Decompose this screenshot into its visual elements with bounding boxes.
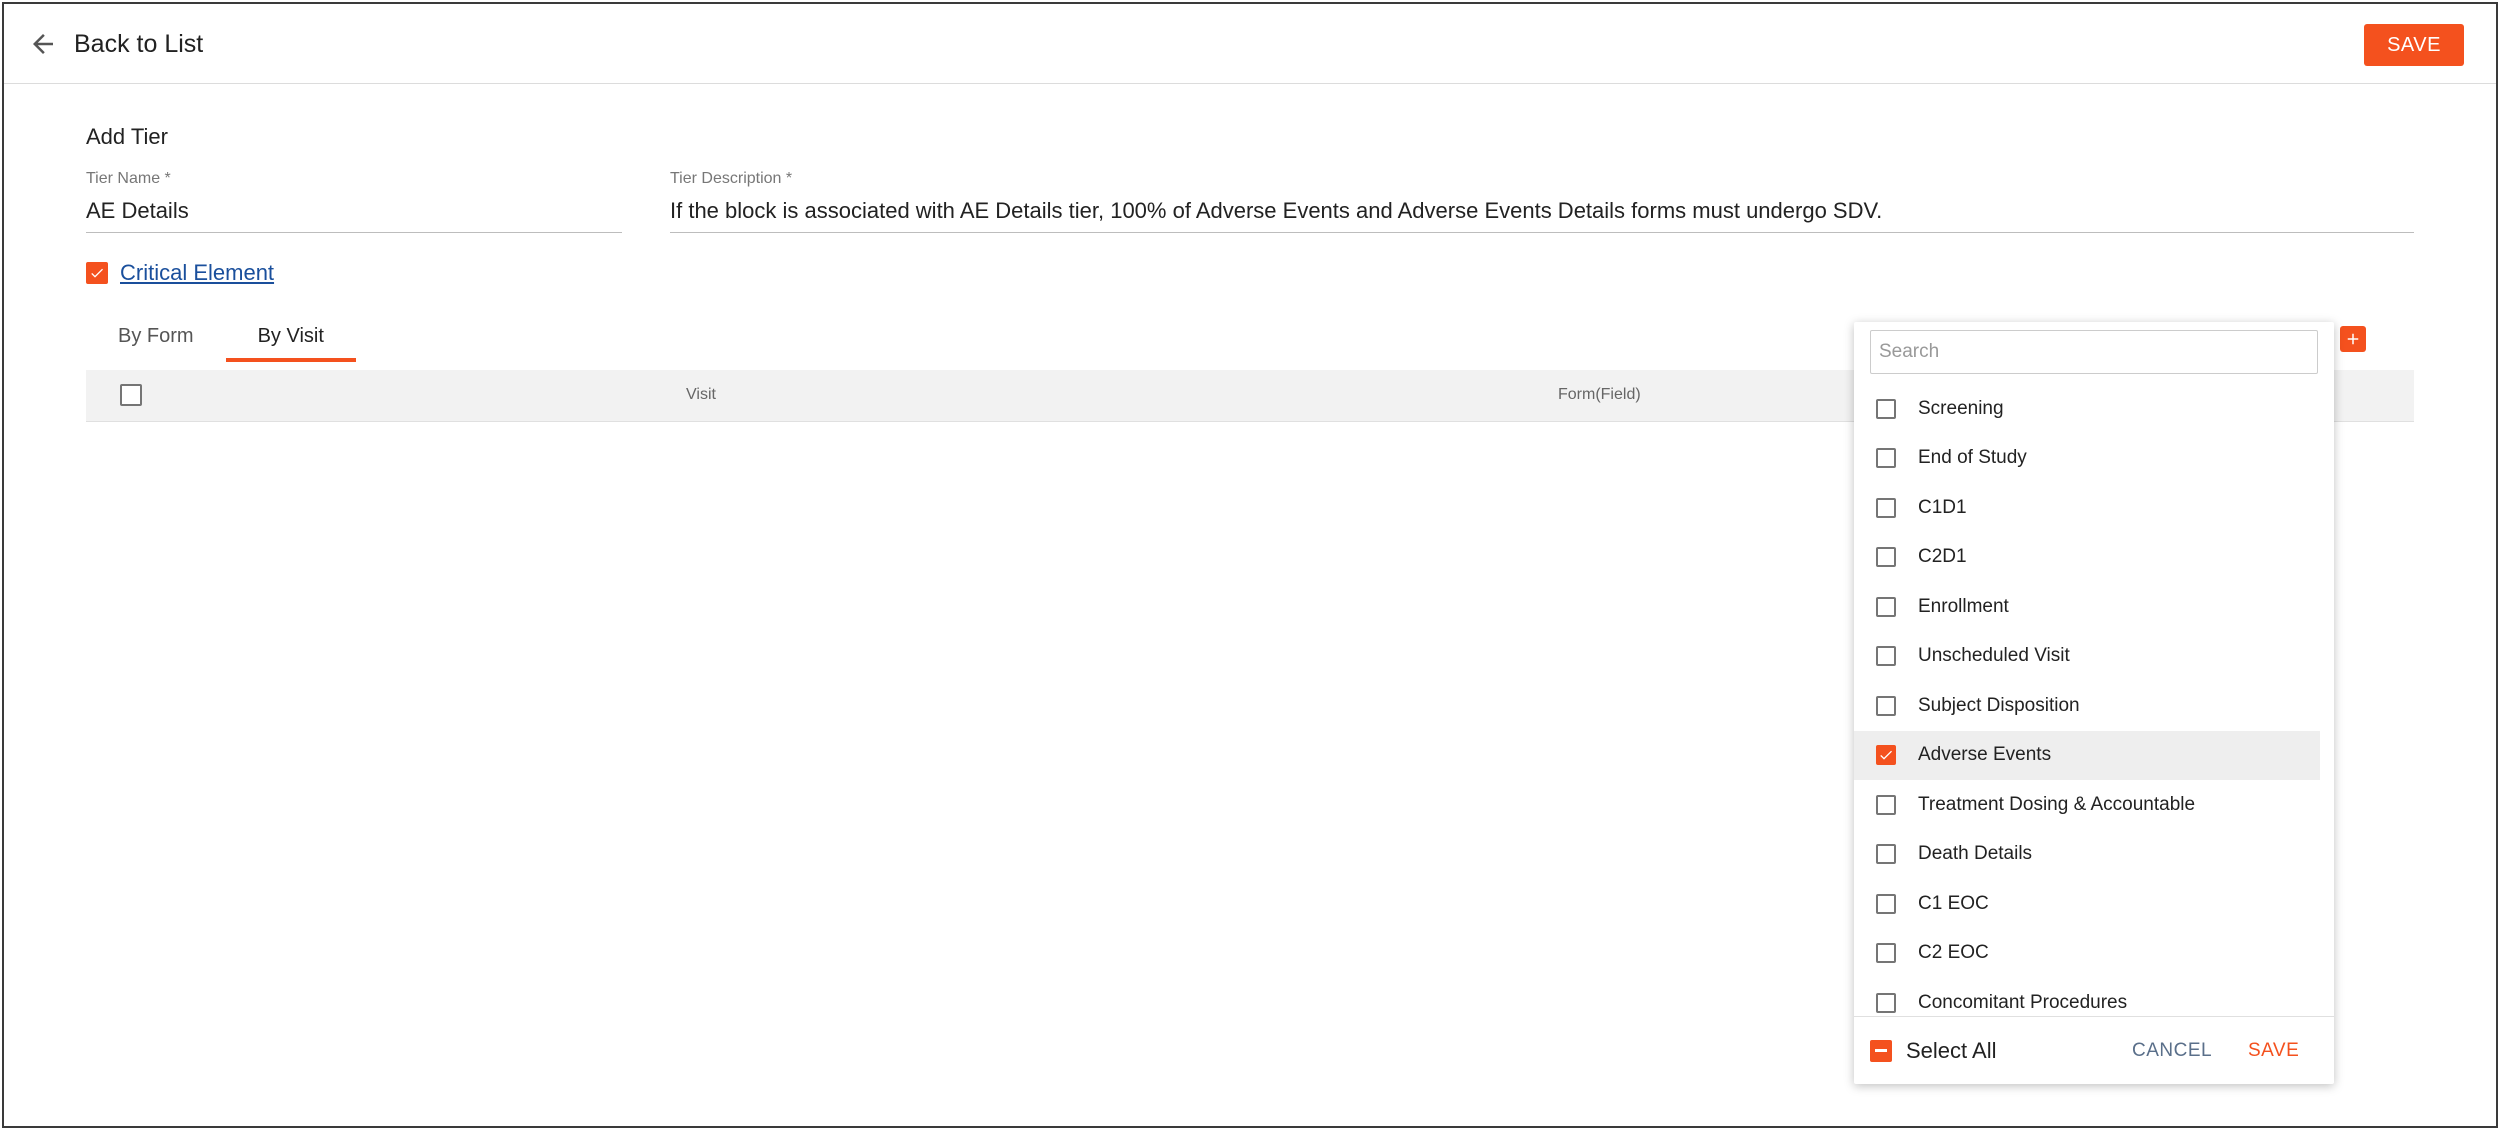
option-label: Adverse Events <box>1918 744 2052 766</box>
option-label: End of Study <box>1918 447 2027 469</box>
option-checkbox[interactable] <box>1876 992 1896 1013</box>
back-to-list-link[interactable]: Back to List <box>28 26 203 62</box>
option-checkbox-checked[interactable] <box>1876 745 1896 766</box>
column-header-visit: Visit <box>686 386 716 403</box>
option-checkbox[interactable] <box>1876 893 1896 914</box>
arrow-left-icon <box>33 34 53 54</box>
visit-select-dropdown: Screening End of Study C1D1 C2D1 Enrollm… <box>1854 322 2334 1084</box>
tab-by-visit[interactable]: By Visit <box>225 310 357 362</box>
tab-by-form[interactable]: By Form <box>86 310 226 362</box>
minus-icon <box>1870 1039 1892 1062</box>
option-checkbox[interactable] <box>1876 448 1896 469</box>
tier-description-label: Tier Description * <box>670 170 793 187</box>
tier-name-label: Tier Name * <box>86 170 171 187</box>
option-subject-disposition[interactable]: Subject Disposition <box>1854 681 2320 731</box>
option-checkbox[interactable] <box>1876 596 1896 617</box>
option-label: C2 EOC <box>1918 942 1989 964</box>
option-label: Subject Disposition <box>1918 694 2080 716</box>
option-checkbox[interactable] <box>1876 943 1896 964</box>
option-label: C1 EOC <box>1918 892 1989 914</box>
critical-element-row: Critical Element <box>86 260 274 286</box>
critical-element-checkbox[interactable] <box>86 262 108 284</box>
save-button[interactable]: SAVE <box>2364 24 2464 66</box>
option-label: Treatment Dosing & Accountable <box>1918 793 2196 815</box>
option-c2-eoc[interactable]: C2 EOC <box>1854 929 2320 979</box>
select-all-rows-checkbox[interactable] <box>120 384 142 406</box>
option-list[interactable]: Screening End of Study C1D1 C2D1 Enrollm… <box>1854 384 2334 1014</box>
cancel-button[interactable]: CANCEL <box>2132 1040 2212 1062</box>
option-label: Concomitant Procedures <box>1918 991 2128 1013</box>
option-screening[interactable]: Screening <box>1854 384 2320 434</box>
option-checkbox[interactable] <box>1876 398 1896 419</box>
option-c1-eoc[interactable]: C1 EOC <box>1854 879 2320 929</box>
column-header-form-field: Form(Field) <box>1558 386 1641 403</box>
tier-name-input[interactable]: AE Details <box>86 198 622 233</box>
option-death-details[interactable]: Death Details <box>1854 830 2320 880</box>
dropdown-save-button[interactable]: SAVE <box>2248 1040 2299 1062</box>
app-window: Back to List SAVE Add Tier Tier Name * A… <box>2 2 2498 1128</box>
page-title: Add Tier <box>86 124 168 149</box>
option-end-of-study[interactable]: End of Study <box>1854 434 2320 484</box>
select-all-label: Select All <box>1906 1037 1997 1063</box>
option-checkbox[interactable] <box>1876 547 1896 568</box>
option-unscheduled-visit[interactable]: Unscheduled Visit <box>1854 632 2320 682</box>
critical-element-link[interactable]: Critical Element <box>120 260 274 286</box>
option-checkbox[interactable] <box>1876 497 1896 518</box>
option-c2d1[interactable]: C2D1 <box>1854 533 2320 583</box>
option-checkbox[interactable] <box>1876 844 1896 865</box>
option-adverse-events[interactable]: Adverse Events <box>1854 730 2320 780</box>
check-icon <box>1880 750 1892 760</box>
option-treatment-dosing[interactable]: Treatment Dosing & Accountable <box>1854 780 2320 830</box>
option-label: Screening <box>1918 397 2004 419</box>
option-concomitant-procedures[interactable]: Concomitant Procedures <box>1854 978 2320 1014</box>
dropdown-footer: Select All CANCEL SAVE <box>1854 1016 2334 1084</box>
option-label: Unscheduled Visit <box>1918 645 2070 667</box>
option-label: C1D1 <box>1918 496 1967 518</box>
option-enrollment[interactable]: Enrollment <box>1854 582 2320 632</box>
check-icon <box>91 268 103 278</box>
tier-description-input[interactable]: If the block is associated with AE Detai… <box>670 198 2414 233</box>
search-input[interactable] <box>1870 330 2318 374</box>
option-checkbox[interactable] <box>1876 646 1896 667</box>
option-checkbox[interactable] <box>1876 794 1896 815</box>
option-label: Death Details <box>1918 843 2033 865</box>
option-c1d1[interactable]: C1D1 <box>1854 483 2320 533</box>
top-bar: Back to List SAVE <box>4 4 2496 84</box>
tab-bar: By Form By Visit <box>86 310 357 362</box>
option-label: Enrollment <box>1918 595 2009 617</box>
option-checkbox[interactable] <box>1876 695 1896 716</box>
select-all-toggle[interactable]: Select All <box>1870 1038 1997 1064</box>
add-button[interactable] <box>2340 326 2366 352</box>
option-label: C2D1 <box>1918 546 1967 568</box>
plus-icon <box>2347 333 2359 345</box>
back-label: Back to List <box>74 29 204 58</box>
